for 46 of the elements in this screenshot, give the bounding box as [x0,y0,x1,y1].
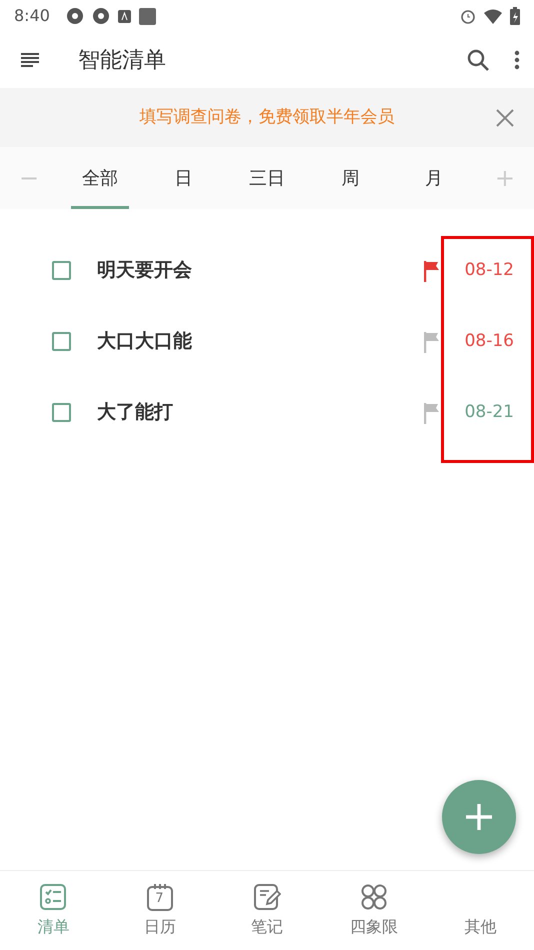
calendar-day: 7 [155,892,164,905]
nav-label: 清单 [37,916,70,938]
due-date: 08-12 [464,258,514,282]
calendar-icon [146,883,174,911]
due-date: 08-21 [464,400,514,424]
range-tab[interactable]: 全部 [58,147,142,209]
square-icon [138,8,156,24]
add-button[interactable] [442,780,516,854]
app-icon [118,10,131,22]
flag-icon[interactable] [424,330,442,352]
task-checkbox[interactable] [52,261,71,280]
nav-tab[interactable]: 四象限 [320,871,428,950]
nav-label: 四象限 [350,916,398,938]
task-checkbox[interactable] [52,332,71,351]
close-icon[interactable] [496,108,514,126]
task-title[interactable]: 大口大口能 [97,327,424,356]
task-title[interactable]: 大了能打 [97,398,424,427]
checklist-icon [39,883,68,911]
range-tab[interactable]: 三日 [225,147,309,209]
range-tab[interactable]: 月 [392,147,476,209]
nav-tab[interactable]: 7 日历 [106,871,214,950]
four-circles-icon [360,883,388,911]
search-icon[interactable] [466,48,490,72]
wifi-icon [484,8,502,24]
flag-icon[interactable] [424,260,442,282]
note-edit-icon [252,883,281,911]
nav-tab[interactable]: 其他 [427,871,534,950]
aperture-icon [92,7,110,25]
status-time: 8:40 [14,5,50,27]
range-tab[interactable]: 周 [308,147,392,209]
due-date: 08-16 [464,330,514,353]
flag-icon[interactable] [424,402,442,424]
nav-tab[interactable]: 笔记 [214,871,320,950]
app-title: 智能清单 [78,46,166,74]
alarm-icon [460,8,476,24]
task-title[interactable]: 明天要开会 [97,256,424,285]
nav-label: 笔记 [250,916,283,938]
menu-icon[interactable] [20,52,40,68]
task-checkbox[interactable] [52,403,71,422]
battery-icon [510,7,520,25]
nav-label: 其他 [464,916,497,938]
range-tab[interactable]: 日 [142,147,226,209]
more-icon[interactable] [514,50,520,70]
plus-icon [464,802,494,832]
aperture-icon [66,7,84,25]
nav-label: 日历 [144,916,176,938]
